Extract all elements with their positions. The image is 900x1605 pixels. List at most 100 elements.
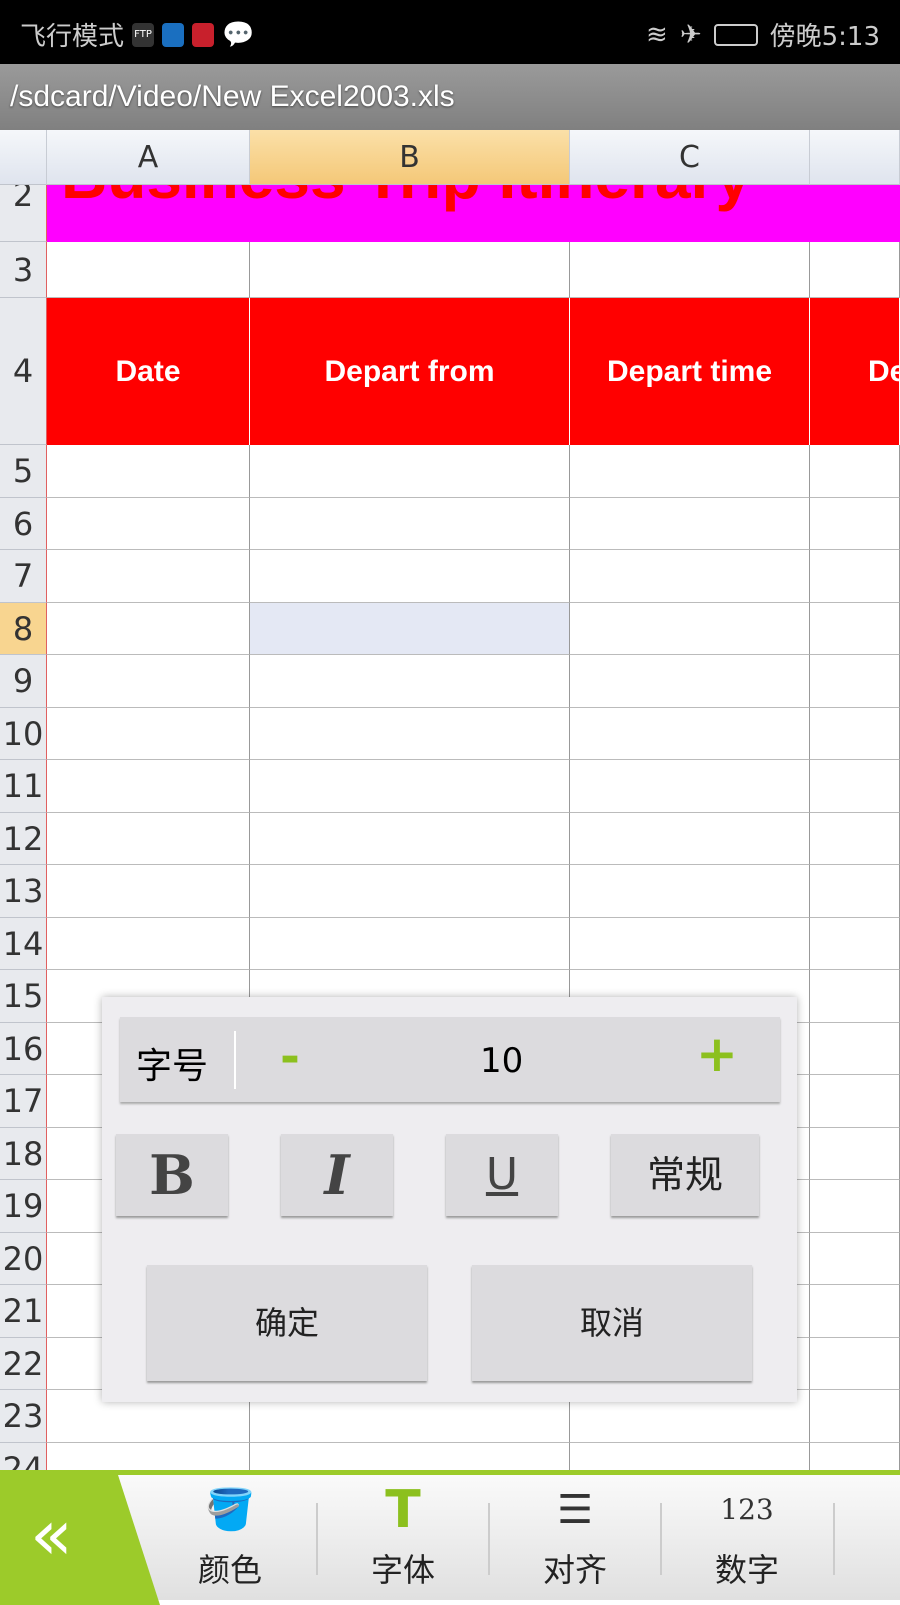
tool-font[interactable]: T 字体 xyxy=(328,1475,478,1600)
cell[interactable] xyxy=(570,812,810,865)
cell[interactable] xyxy=(570,497,810,550)
row-header-4[interactable]: 4 xyxy=(0,298,47,445)
cell[interactable] xyxy=(810,445,900,498)
row-header-18[interactable]: 18 xyxy=(0,1127,47,1180)
underline-button[interactable]: U xyxy=(446,1134,558,1216)
cell[interactable] xyxy=(250,242,570,298)
cell[interactable] xyxy=(570,655,810,708)
row-header-8[interactable]: 8 xyxy=(0,602,47,655)
cell[interactable] xyxy=(570,707,810,760)
column-header-b[interactable]: B xyxy=(250,130,570,185)
title-banner-cell[interactable]: Business Trip Itinerary xyxy=(47,185,900,242)
cell[interactable] xyxy=(810,550,900,603)
row-header-21[interactable]: 21 xyxy=(0,1285,47,1338)
column-header-a[interactable]: A xyxy=(47,130,250,185)
row-header-16[interactable]: 16 xyxy=(0,1022,47,1075)
tool-color[interactable]: 🪣 颜色 xyxy=(155,1475,305,1600)
cancel-button[interactable]: 取消 xyxy=(472,1265,752,1381)
italic-button[interactable]: I xyxy=(281,1134,393,1216)
cell[interactable] xyxy=(47,917,250,970)
cell[interactable] xyxy=(47,707,250,760)
cell[interactable] xyxy=(810,1442,900,1470)
row-header-5[interactable]: 5 xyxy=(0,445,47,498)
cell[interactable] xyxy=(810,970,900,1023)
row-header-12[interactable]: 12 xyxy=(0,812,47,865)
cell[interactable] xyxy=(810,497,900,550)
row-header-11[interactable]: 11 xyxy=(0,760,47,813)
cell[interactable] xyxy=(570,917,810,970)
cell[interactable] xyxy=(47,1442,250,1470)
ok-button[interactable]: 确定 xyxy=(147,1265,427,1381)
cell[interactable] xyxy=(810,1127,900,1180)
cell[interactable] xyxy=(47,242,250,298)
row-header-19[interactable]: 19 xyxy=(0,1180,47,1233)
cell[interactable] xyxy=(570,602,810,655)
cell[interactable] xyxy=(810,242,900,298)
cell[interactable] xyxy=(810,1075,900,1128)
cell[interactable] xyxy=(810,760,900,813)
cell[interactable] xyxy=(570,445,810,498)
cell[interactable] xyxy=(250,550,570,603)
cell[interactable] xyxy=(250,760,570,813)
cell[interactable] xyxy=(810,602,900,655)
cell[interactable] xyxy=(250,1442,570,1470)
row-header-2[interactable]: 2 xyxy=(0,185,47,242)
cell[interactable] xyxy=(250,655,570,708)
cell[interactable] xyxy=(810,1337,900,1390)
row-header-3[interactable]: 3 xyxy=(0,242,47,298)
cell[interactable] xyxy=(810,707,900,760)
header-cell-date[interactable]: Date xyxy=(47,298,250,445)
increase-size-button[interactable]: + xyxy=(696,1025,738,1083)
cell[interactable] xyxy=(47,445,250,498)
row-header-9[interactable]: 9 xyxy=(0,655,47,708)
header-cell-depart-from[interactable]: Depart from xyxy=(250,298,570,445)
row-header-10[interactable]: 10 xyxy=(0,707,47,760)
row-header-13[interactable]: 13 xyxy=(0,865,47,918)
header-cell-depart-time[interactable]: Depart time xyxy=(570,298,810,445)
cell[interactable] xyxy=(810,1022,900,1075)
cell[interactable] xyxy=(570,865,810,918)
cell[interactable] xyxy=(810,1285,900,1338)
row-header-22[interactable]: 22 xyxy=(0,1337,47,1390)
cell[interactable] xyxy=(250,865,570,918)
cell[interactable] xyxy=(810,1232,900,1285)
cell[interactable] xyxy=(250,497,570,550)
corner-header[interactable] xyxy=(0,130,47,185)
cell[interactable] xyxy=(250,707,570,760)
font-size-value[interactable]: 10 xyxy=(480,1041,523,1081)
cell[interactable] xyxy=(810,865,900,918)
cell[interactable] xyxy=(250,602,570,655)
cell[interactable] xyxy=(47,865,250,918)
bold-button[interactable]: B xyxy=(116,1134,228,1216)
row-header-24[interactable]: 24 xyxy=(0,1442,47,1470)
column-header-d[interactable] xyxy=(810,130,900,185)
cell[interactable] xyxy=(47,550,250,603)
header-cell-destination[interactable]: Destination xyxy=(810,298,900,445)
row-header-6[interactable]: 6 xyxy=(0,497,47,550)
row-header-7[interactable]: 7 xyxy=(0,550,47,603)
tool-number[interactable]: 123 数字 xyxy=(672,1475,822,1600)
cell[interactable] xyxy=(570,1442,810,1470)
tool-align[interactable]: ☰ 对齐 xyxy=(500,1475,650,1600)
row-header-14[interactable]: 14 xyxy=(0,917,47,970)
row-header-23[interactable]: 23 xyxy=(0,1390,47,1443)
column-header-c[interactable]: C xyxy=(570,130,810,185)
cell[interactable] xyxy=(810,1390,900,1443)
normal-style-button[interactable]: 常规 xyxy=(611,1134,759,1216)
cell[interactable] xyxy=(810,655,900,708)
row-header-15[interactable]: 15 xyxy=(0,970,47,1023)
cell[interactable] xyxy=(810,917,900,970)
cell[interactable] xyxy=(570,242,810,298)
decrease-size-button[interactable]: - xyxy=(280,1029,300,1085)
cell[interactable] xyxy=(47,760,250,813)
row-header-17[interactable]: 17 xyxy=(0,1075,47,1128)
cell[interactable] xyxy=(570,760,810,813)
back-button[interactable]: « xyxy=(0,1475,160,1605)
cell[interactable] xyxy=(47,655,250,708)
cell[interactable] xyxy=(810,1180,900,1233)
cell[interactable] xyxy=(47,602,250,655)
row-header-20[interactable]: 20 xyxy=(0,1232,47,1285)
cell[interactable] xyxy=(570,550,810,603)
cell[interactable] xyxy=(250,445,570,498)
cell[interactable] xyxy=(47,812,250,865)
